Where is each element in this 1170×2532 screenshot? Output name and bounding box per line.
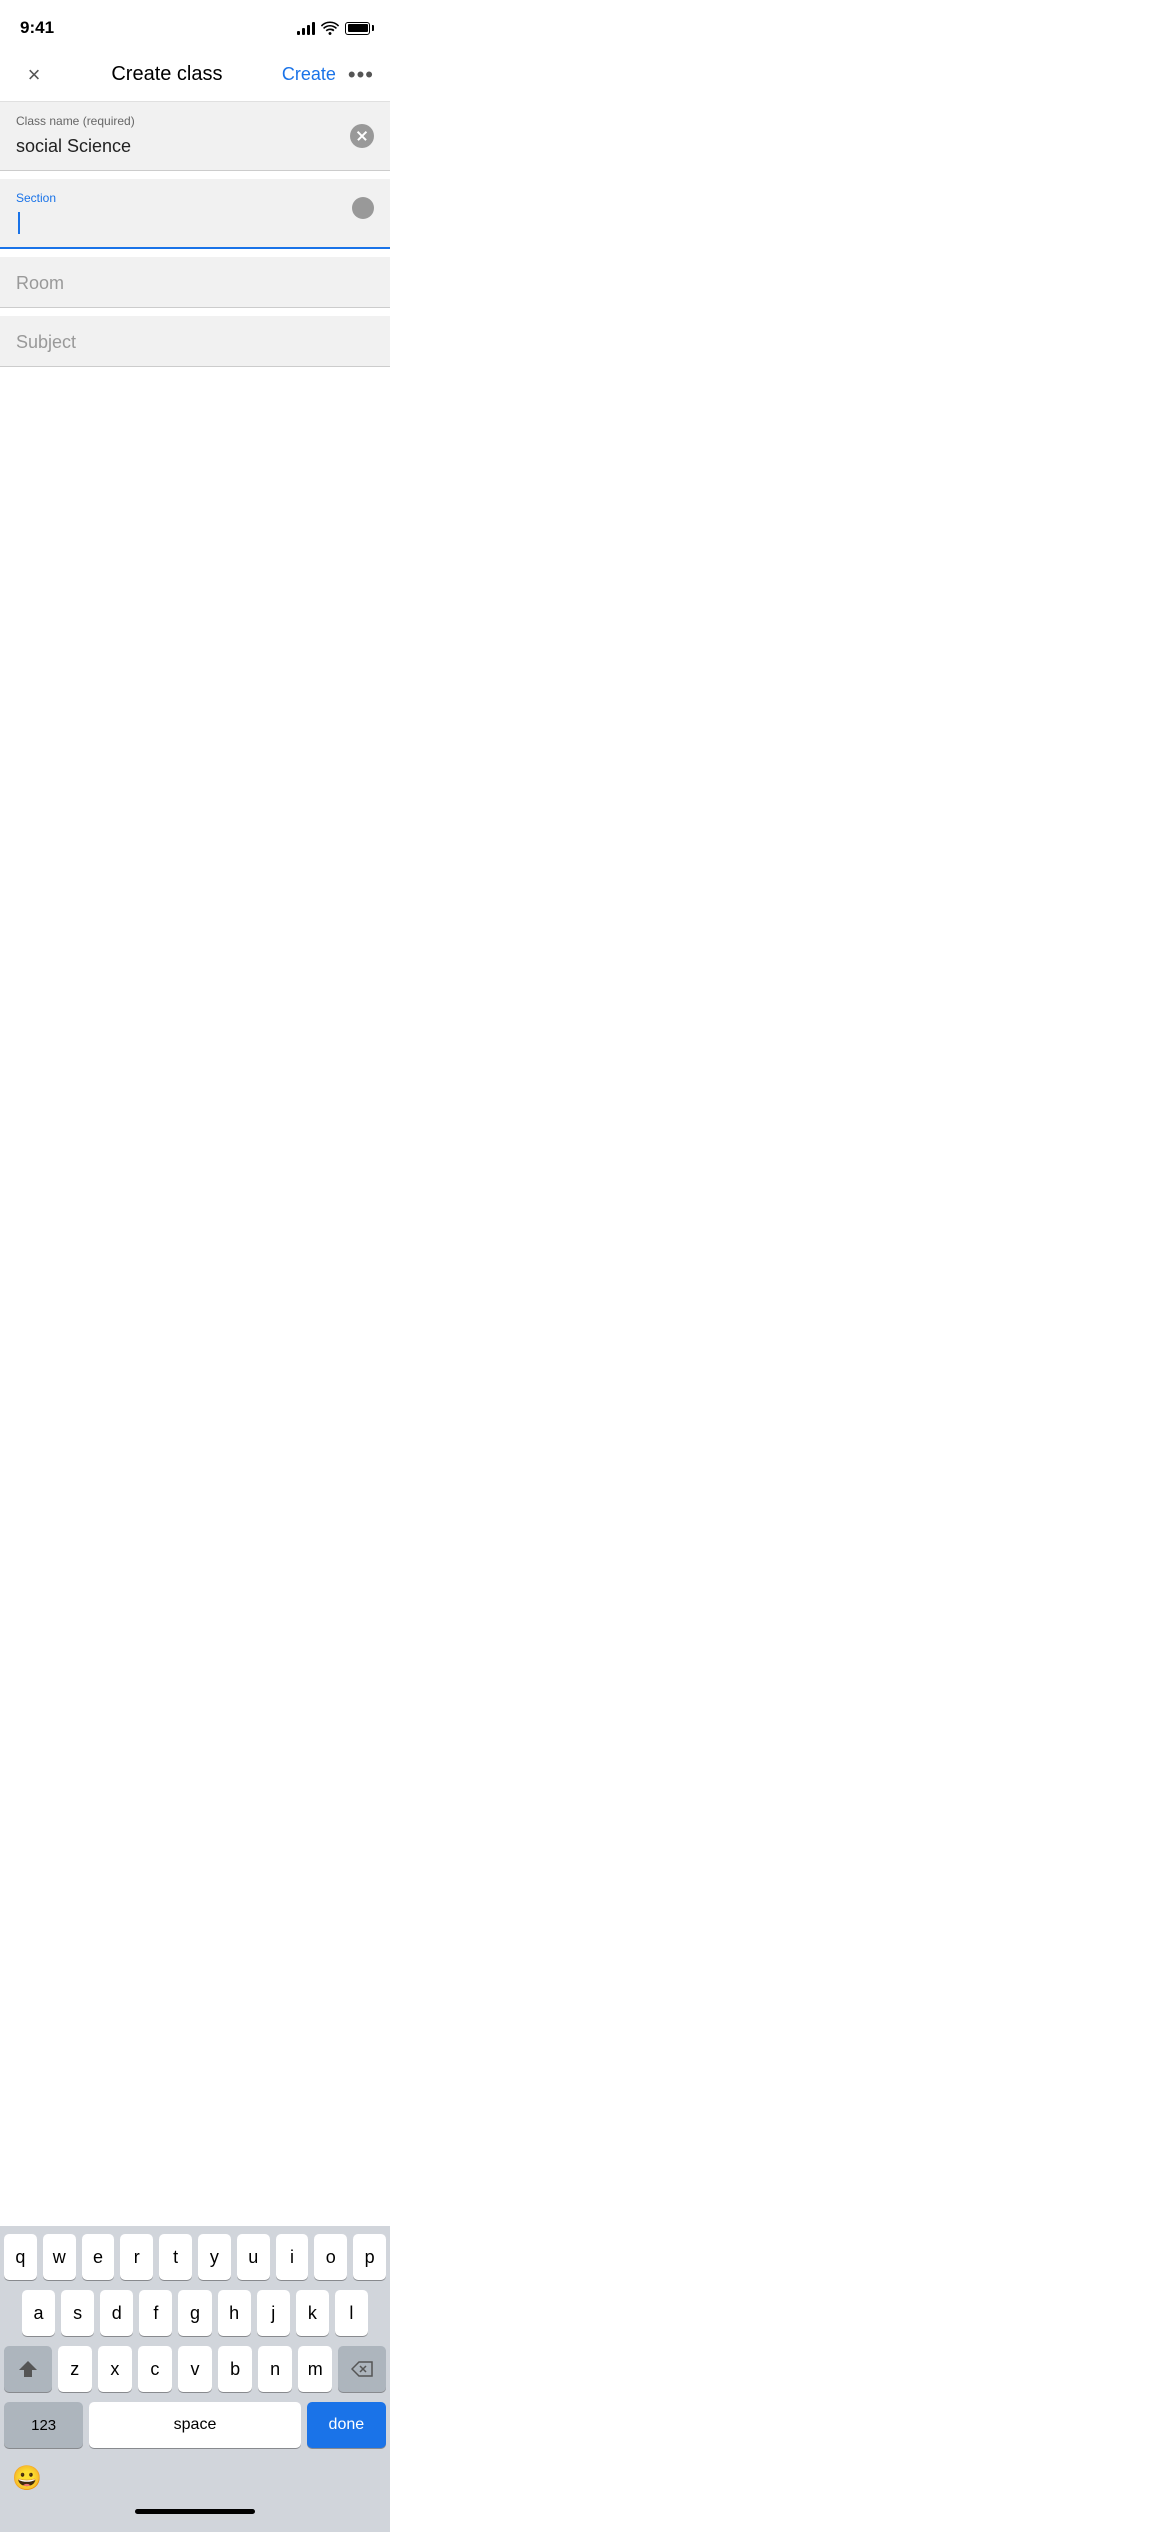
num-key[interactable]: 123 (4, 2402, 83, 2448)
status-icons (297, 21, 370, 35)
key-y[interactable]: y (198, 2234, 231, 2280)
key-p[interactable]: p (353, 2234, 386, 2280)
key-w[interactable]: w (43, 2234, 76, 2280)
key-t[interactable]: t (159, 2234, 192, 2280)
text-cursor (18, 212, 20, 234)
home-indicator (135, 2509, 255, 2514)
shift-key[interactable] (4, 2346, 52, 2392)
key-l[interactable]: l (335, 2290, 368, 2336)
section-field[interactable]: Section (0, 179, 390, 249)
backspace-key[interactable] (338, 2346, 386, 2392)
keyboard: q w e r t y u i o p a s d f g h j k l z … (0, 2226, 390, 2532)
class-name-field[interactable]: Class name (required) social Science (0, 102, 390, 171)
key-x[interactable]: x (98, 2346, 132, 2392)
status-time: 9:41 (20, 18, 54, 38)
battery-icon (345, 22, 370, 35)
section-value (16, 209, 374, 237)
section-bubble (352, 197, 374, 219)
class-name-label: Class name (required) (16, 114, 374, 128)
key-e[interactable]: e (82, 2234, 115, 2280)
page-title: Create class (52, 63, 282, 86)
key-d[interactable]: d (100, 2290, 133, 2336)
more-button[interactable]: ••• (348, 62, 374, 88)
clear-class-name-button[interactable] (350, 124, 374, 148)
key-m[interactable]: m (298, 2346, 332, 2392)
close-button[interactable]: × (16, 62, 52, 88)
class-name-value: social Science (16, 132, 374, 160)
key-u[interactable]: u (237, 2234, 270, 2280)
key-g[interactable]: g (178, 2290, 211, 2336)
keyboard-row-3: z x c v b n m (4, 2346, 386, 2392)
keyboard-row-4: 123 space done (4, 2402, 386, 2448)
home-indicator-bar (4, 2498, 386, 2532)
emoji-button[interactable]: 😀 (12, 2464, 42, 2493)
keyboard-row-1: q w e r t y u i o p (4, 2234, 386, 2280)
create-button[interactable]: Create (282, 64, 336, 85)
subject-field[interactable]: Subject (0, 316, 390, 367)
form-area: Class name (required) social Science Sec… (0, 102, 390, 367)
key-n[interactable]: n (258, 2346, 292, 2392)
key-a[interactable]: a (22, 2290, 55, 2336)
key-q[interactable]: q (4, 2234, 37, 2280)
key-z[interactable]: z (58, 2346, 92, 2392)
status-bar: 9:41 (0, 0, 390, 48)
room-label: Room (16, 269, 374, 297)
wifi-icon (321, 21, 339, 35)
done-key[interactable]: done (307, 2402, 386, 2448)
room-field[interactable]: Room (0, 257, 390, 308)
key-k[interactable]: k (296, 2290, 329, 2336)
key-o[interactable]: o (314, 2234, 347, 2280)
key-h[interactable]: h (218, 2290, 251, 2336)
keyboard-row-2: a s d f g h j k l (4, 2290, 386, 2336)
key-f[interactable]: f (139, 2290, 172, 2336)
key-b[interactable]: b (218, 2346, 252, 2392)
emoji-bar: 😀 (4, 2458, 386, 2498)
signal-icon (297, 21, 315, 35)
space-key[interactable]: space (89, 2402, 300, 2448)
key-i[interactable]: i (276, 2234, 309, 2280)
subject-label: Subject (16, 328, 374, 356)
key-j[interactable]: j (257, 2290, 290, 2336)
key-c[interactable]: c (138, 2346, 172, 2392)
key-r[interactable]: r (120, 2234, 153, 2280)
key-v[interactable]: v (178, 2346, 212, 2392)
section-label: Section (16, 191, 374, 205)
key-s[interactable]: s (61, 2290, 94, 2336)
nav-bar: × Create class Create ••• (0, 48, 390, 102)
